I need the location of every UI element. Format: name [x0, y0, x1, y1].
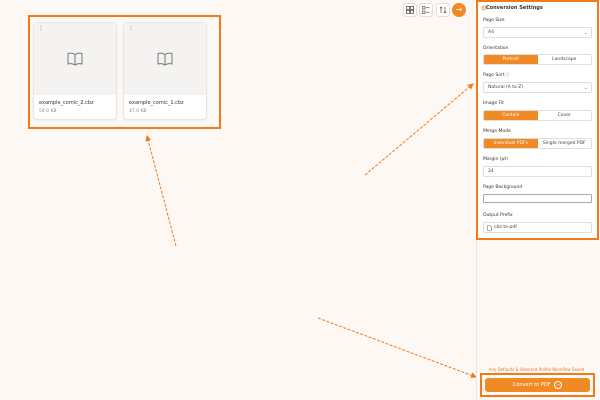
- output-prefix-input[interactable]: cbz-to-pdf: [483, 222, 592, 233]
- convert-area: Convert to PDF →: [480, 373, 595, 397]
- merge-mode-label: Merge Mode: [483, 129, 511, 134]
- arrow-to-file-grid: [145, 135, 177, 247]
- page-sort-label: Page Sort: [483, 73, 505, 78]
- info-icon[interactable]: ⓘ: [505, 72, 510, 78]
- merge-mode-toggle: Individual PDFs Single merged PDF: [483, 138, 592, 149]
- page-background-color-picker[interactable]: [483, 194, 592, 203]
- arrow-to-settings: [364, 83, 474, 176]
- convert-label: Convert to PDF: [512, 382, 551, 388]
- orientation-toggle: Portrait Landscape: [483, 54, 592, 65]
- page-size-label: Page Size: [483, 18, 505, 23]
- image-fit-option-contain[interactable]: Contain: [484, 111, 538, 120]
- chevron-down-icon: ⌄: [583, 30, 588, 36]
- merge-mode-option-single[interactable]: Single merged PDF: [537, 139, 591, 148]
- page-size-value: A4: [488, 30, 494, 35]
- conversion-settings-panel: Conversion Settings Page Size A4 ⌄ Orien…: [476, 0, 599, 240]
- margin-value: 24: [488, 169, 494, 174]
- image-fit-label: Image Fit: [483, 101, 504, 106]
- arrow-to-convert: [317, 317, 477, 379]
- orientation-option-portrait[interactable]: Portrait: [484, 55, 538, 64]
- image-fit-option-cover[interactable]: Cover: [537, 111, 591, 120]
- settings-title: Conversion Settings: [486, 5, 543, 11]
- margin-input[interactable]: 24: [483, 166, 592, 177]
- output-prefix-value: cbz-to-pdf: [494, 225, 517, 230]
- orientation-label: Orientation: [483, 46, 509, 51]
- chevron-down-icon: ⌄: [583, 85, 588, 91]
- merge-mode-option-individual[interactable]: Individual PDFs: [484, 139, 538, 148]
- image-fit-toggle: Contain Cover: [483, 110, 592, 121]
- arrow-right-circle-icon: →: [554, 380, 563, 389]
- page-size-select[interactable]: A4 ⌄: [483, 27, 592, 38]
- defaults-hint: Any Defaults & Selected Profile Workflow…: [488, 367, 585, 372]
- margin-label: Margin (pt): [483, 157, 508, 162]
- page-sort-value: Natural (A to Z): [488, 85, 524, 90]
- page-background-label: Page Background: [483, 185, 523, 190]
- output-prefix-label: Output Prefix: [483, 213, 513, 218]
- convert-to-pdf-button[interactable]: Convert to PDF →: [485, 378, 590, 392]
- page-sort-select[interactable]: Natural (A to Z) ⌄: [483, 82, 592, 93]
- file-icon: [487, 225, 492, 231]
- orientation-option-landscape[interactable]: Landscape: [537, 55, 591, 64]
